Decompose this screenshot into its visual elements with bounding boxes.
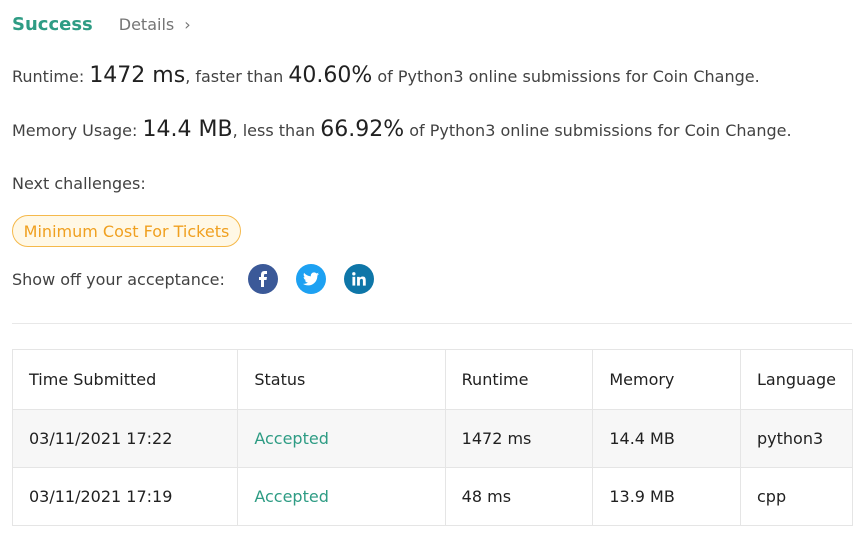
linkedin-icon[interactable] bbox=[344, 264, 374, 294]
table-header-row: Time Submitted Status Runtime Memory Lan… bbox=[11, 349, 854, 410]
runtime-percent: 40.60% bbox=[288, 63, 373, 88]
runtime-label: Runtime: bbox=[12, 67, 85, 86]
facebook-icon[interactable] bbox=[248, 264, 278, 294]
column-header-memory[interactable]: Memory bbox=[592, 349, 741, 410]
memory-percent: 66.92% bbox=[320, 117, 405, 142]
twitter-glyph bbox=[303, 272, 319, 286]
next-challenges-label: Next challenges: bbox=[12, 174, 146, 193]
details-label[interactable]: Details bbox=[119, 15, 174, 34]
cell-status-link[interactable]: Accepted bbox=[237, 467, 446, 526]
column-header-language[interactable]: Language bbox=[739, 349, 854, 410]
section-divider bbox=[12, 323, 852, 324]
memory-suffix: of Python3 online submissions for Coin C… bbox=[409, 121, 792, 140]
runtime-suffix: of Python3 online submissions for Coin C… bbox=[377, 67, 760, 86]
share-icons bbox=[248, 264, 374, 294]
table-row[interactable]: 03/11/2021 17:22 Accepted 1472 ms 14.4 M… bbox=[11, 409, 854, 468]
cell-time-submitted: 03/11/2021 17:22 bbox=[11, 409, 239, 468]
runtime-middle-text: , faster than bbox=[185, 67, 284, 86]
facebook-glyph bbox=[259, 271, 267, 287]
cell-language: python3 bbox=[739, 409, 854, 468]
column-header-runtime[interactable]: Runtime bbox=[444, 349, 594, 410]
cell-memory: 14.4 MB bbox=[592, 409, 741, 468]
status-success-label: Success bbox=[12, 13, 93, 35]
submission-result-panel: Success Details › Runtime: 1472 ms, fast… bbox=[0, 0, 860, 555]
cell-time-submitted: 03/11/2021 17:19 bbox=[11, 467, 239, 526]
cell-status-link[interactable]: Accepted bbox=[237, 409, 446, 468]
memory-summary: Memory Usage: 14.4 MB, less than 66.92% … bbox=[12, 117, 792, 142]
result-header: Success Details › bbox=[12, 11, 191, 37]
runtime-summary: Runtime: 1472 ms, faster than 40.60% of … bbox=[12, 63, 760, 88]
cell-runtime: 1472 ms bbox=[444, 409, 594, 468]
chevron-right-icon[interactable]: › bbox=[184, 15, 190, 34]
details-link[interactable]: Details › bbox=[119, 15, 191, 34]
twitter-icon[interactable] bbox=[296, 264, 326, 294]
cell-memory: 13.9 MB bbox=[592, 467, 741, 526]
next-challenge-tag[interactable]: Minimum Cost For Tickets bbox=[12, 215, 241, 247]
linkedin-glyph bbox=[352, 272, 366, 286]
cell-runtime: 48 ms bbox=[444, 467, 594, 526]
share-label: Show off your acceptance: bbox=[12, 270, 225, 289]
memory-label: Memory Usage: bbox=[12, 121, 138, 140]
memory-middle-text: , less than bbox=[232, 121, 316, 140]
table-row[interactable]: 03/11/2021 17:19 Accepted 48 ms 13.9 MB … bbox=[11, 467, 854, 526]
submissions-table: Time Submitted Status Runtime Memory Lan… bbox=[11, 349, 854, 526]
cell-language: cpp bbox=[739, 467, 854, 526]
column-header-status[interactable]: Status bbox=[237, 349, 446, 410]
memory-value: 14.4 MB bbox=[142, 117, 233, 142]
runtime-value: 1472 ms bbox=[89, 63, 186, 88]
column-header-time[interactable]: Time Submitted bbox=[11, 349, 239, 410]
